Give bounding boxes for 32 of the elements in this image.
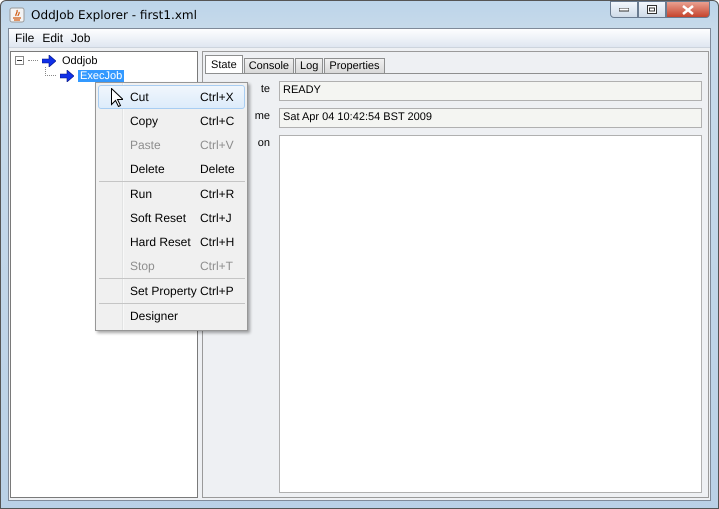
menu-item[interactable]: File bbox=[11, 29, 38, 47]
maximize-button[interactable] bbox=[638, 1, 666, 18]
field-label: on bbox=[258, 137, 270, 149]
cursor-icon bbox=[111, 88, 123, 107]
minimize-icon bbox=[619, 8, 629, 12]
tab[interactable]: Console bbox=[244, 58, 294, 73]
menu-item[interactable]: Soft Reset Ctrl+J bbox=[98, 206, 245, 230]
tab[interactable]: Log bbox=[295, 58, 324, 73]
tab[interactable]: State bbox=[205, 55, 243, 73]
tree-node[interactable]: Oddjob bbox=[60, 54, 100, 66]
tab[interactable]: Properties bbox=[324, 58, 385, 73]
menu-item[interactable]: Designer bbox=[98, 304, 245, 328]
window-title: OddJob Explorer - first1.xml bbox=[31, 8, 197, 22]
text-field[interactable]: READY bbox=[279, 81, 702, 101]
text-field[interactable]: Sat Apr 04 10:42:54 BST 2009 bbox=[279, 108, 702, 128]
maximize-icon bbox=[647, 5, 657, 14]
menu-item[interactable]: Hard Reset Ctrl+H bbox=[98, 230, 245, 254]
close-icon bbox=[682, 4, 694, 14]
collapse-icon[interactable] bbox=[15, 56, 24, 65]
menu-item[interactable]: Copy Ctrl+C bbox=[98, 109, 245, 133]
field-label: te bbox=[260, 83, 270, 95]
menu-item[interactable]: Cut Ctrl+X bbox=[98, 85, 245, 109]
menu-item[interactable]: Run Ctrl+R bbox=[98, 182, 245, 206]
field-label: me bbox=[254, 110, 270, 122]
close-button[interactable] bbox=[666, 1, 710, 18]
minimize-button[interactable] bbox=[610, 1, 638, 18]
menu-item[interactable]: Edit bbox=[38, 29, 68, 47]
menu-item[interactable]: Job bbox=[67, 29, 94, 47]
arrow-icon bbox=[42, 54, 56, 66]
menu-item[interactable]: Set Property Ctrl+P bbox=[98, 279, 245, 303]
arrow-icon bbox=[60, 70, 74, 82]
menu-item[interactable]: Delete Delete bbox=[98, 157, 245, 181]
